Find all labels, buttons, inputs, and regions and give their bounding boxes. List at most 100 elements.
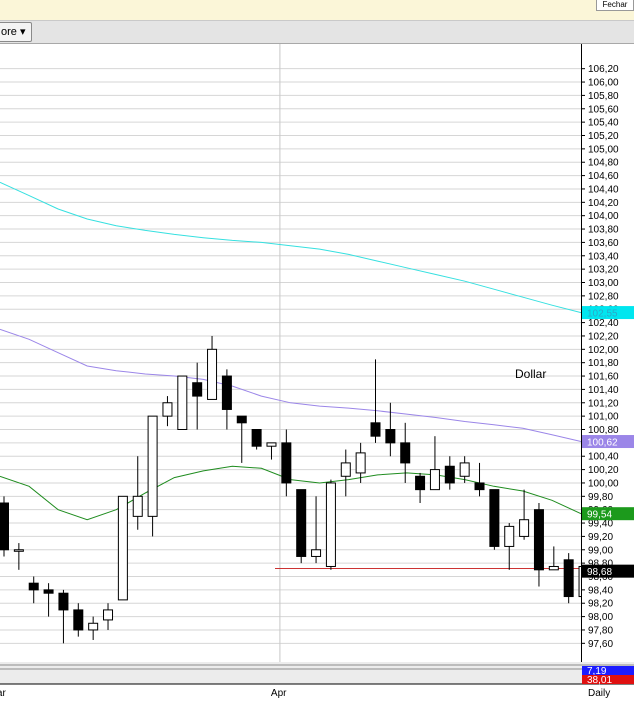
candle-body-up [355,452,366,474]
chart-toolbar: ore ▾ [0,21,634,44]
candle-body-up [147,415,158,517]
y-tick-label: 105,00 [588,144,619,155]
top-tab[interactable]: Fechar [596,0,634,11]
y-tick-label: 100,40 [588,452,619,463]
y-tick-label: 106,00 [588,78,619,89]
y-tick-label: 99,00 [588,545,613,556]
y-tick-label: 101,40 [588,385,619,396]
y-tick-label: 103,20 [588,265,619,276]
y-tick-label: 100,20 [588,465,619,476]
y-tick-label: 102,00 [588,345,619,356]
candle-body-up [519,519,530,537]
candle [103,603,114,630]
candle-body-down [296,489,307,557]
candle [162,396,173,427]
candle-body-down [489,489,500,547]
indicator-line-2 [0,328,582,442]
candle [177,375,188,430]
y-tick-label: 106,20 [588,64,619,75]
candle [192,362,203,430]
candles [0,335,589,644]
candle-body-up [162,402,173,417]
candle-body-up [88,622,99,631]
y-tick-label: 103,80 [588,225,619,236]
top-strip: Fechar [0,0,634,21]
indicator-tag-label: 38,01 [587,675,612,686]
y-tick-label: 98,00 [588,612,613,623]
candle-body-down [281,442,292,484]
y-tick-label: 102,40 [588,318,619,329]
candle [251,429,262,450]
candle-body-down [192,382,203,397]
y-tick-label: 105,80 [588,91,619,102]
candle [533,503,544,587]
candle-body-down [370,422,381,437]
time-grid [279,44,281,684]
y-tick-label: 97,60 [588,639,613,650]
y-tick-label: 98,40 [588,585,613,596]
time-axis: Mar Apr Daily [0,688,610,699]
y-tick-label: 102,20 [588,331,619,342]
candle-body-down [444,465,455,484]
candle-body-down [0,502,9,551]
y-tick-label: 100,00 [588,478,619,489]
candle [221,369,232,430]
y-tick-label: 103,40 [588,251,619,262]
candle [28,576,39,604]
price-grid [0,68,581,644]
candle-body-down [58,592,69,611]
candle [370,359,381,443]
y-tick-label: 104,80 [588,158,619,169]
candle [43,583,54,617]
price-tag-label: 102,55 [587,309,618,320]
candle-body-down [400,442,411,464]
y-tick-label: 101,80 [588,358,619,369]
y-tick-label: 104,40 [588,184,619,195]
y-tick-label: 104,60 [588,171,619,182]
candle [266,442,277,460]
y-tick-label: 104,20 [588,198,619,209]
candle [281,429,292,497]
y-tick-label: 105,40 [588,118,619,129]
y-tick-label: 101,60 [588,372,619,383]
candle-body-up [103,609,114,621]
candle-body-up [13,549,24,552]
x-tick-label: Mar [0,688,6,699]
candle-body-up [504,525,515,547]
candle-body-down [251,429,262,447]
candle [117,495,128,601]
candle-body-up [311,549,322,557]
candle [474,462,485,497]
candle [444,456,455,490]
more-dropdown-button[interactable]: ore ▾ [0,22,33,42]
candle [132,456,143,530]
y-tick-label: 100,80 [588,425,619,436]
price-tag-label: 99,54 [587,510,612,521]
candle-body-down [236,415,247,424]
y-tick-label: 104,00 [588,211,619,222]
candle-body-down [533,509,544,571]
candle-body-down [474,482,485,491]
y-tick-label: 99,80 [588,492,613,503]
candle [88,616,99,640]
y-tick-label: 98,20 [588,599,613,610]
bottom-panel: 7,1938,01 [0,662,634,686]
candle [519,489,530,540]
y-tick-label: 99,20 [588,532,613,543]
candle [563,553,574,604]
candle [415,472,426,503]
y-tick-label: 102,80 [588,291,619,302]
candle [296,489,307,564]
y-tick-label: 103,60 [588,238,619,249]
candle [147,415,158,537]
candle-body-up [325,482,336,567]
candle [400,422,411,483]
period-label: Daily [588,688,610,699]
y-tick-label: 101,00 [588,412,619,423]
candlestick-chart: 106,20 106,00 105,80 105,60 105,40 105,20 105,… [0,44,634,699]
candle [429,436,440,491]
candle-body-up [548,565,559,571]
candle-body-up [117,495,128,601]
candle [73,603,84,637]
candle [207,335,218,400]
